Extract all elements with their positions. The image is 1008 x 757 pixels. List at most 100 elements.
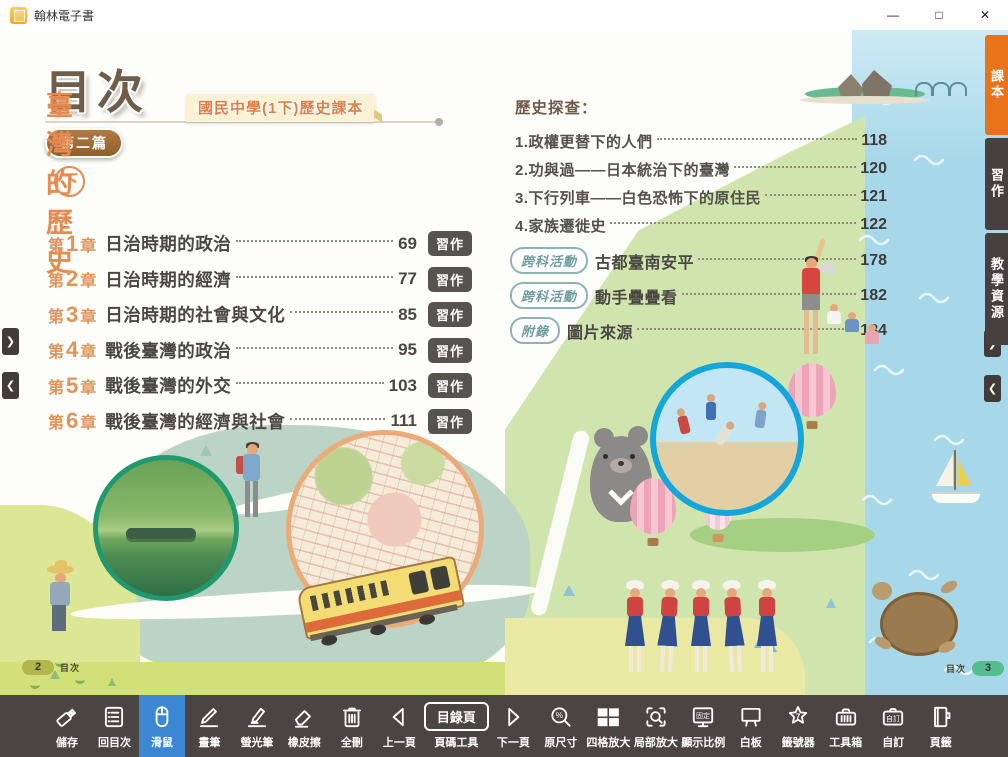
bridge-arch-art <box>949 82 967 96</box>
chapter-row[interactable]: 第5章 戰後臺灣的外交 103 習作 <box>48 368 472 404</box>
dot-leader <box>610 222 856 224</box>
custom-tool-button[interactable]: 自訂 自訂 <box>870 695 916 757</box>
dot-leader <box>236 382 383 384</box>
chapter-title[interactable]: 戰後臺灣的政治 <box>105 338 231 363</box>
bridge-arch-art <box>932 82 950 96</box>
chapter-title[interactable]: 日治時期的社會與文化 <box>105 302 285 327</box>
photo-river-boat <box>93 455 239 601</box>
bottom-toolbar: 儲存 回目次 滑鼠 畫筆 螢光筆 <box>0 695 1008 757</box>
explore-row[interactable]: 2.功與過——日本統治下的臺灣 120 <box>515 155 887 183</box>
left-page-footer: 2 目次 <box>22 660 86 675</box>
right-page-footer: 目次 3 <box>940 661 1004 676</box>
original-size-button[interactable]: % 原尺寸 <box>538 695 584 757</box>
tree-art <box>826 598 836 608</box>
activity-badge[interactable]: 跨科活動 <box>510 282 588 309</box>
chapter-row[interactable]: 第1章 日治時期的政治 69 習作 <box>48 226 472 262</box>
eraser-tool-button[interactable]: 橡皮擦 <box>281 695 327 757</box>
sea-turtle-art <box>872 580 958 662</box>
display-ratio-icon: 固定 <box>690 700 716 733</box>
right-panel-collapse-button[interactable]: ❮ <box>984 375 1001 402</box>
toolbox-icon <box>833 700 859 733</box>
hiker-art <box>238 438 268 548</box>
save-button[interactable]: 儲存 <box>44 695 90 757</box>
tree-art <box>108 678 116 686</box>
four-grid-zoom-button[interactable]: 四格放大 <box>585 695 631 757</box>
lottery-star-icon: 7 <box>785 700 811 733</box>
chapter-title[interactable]: 日治時期的政治 <box>105 231 231 256</box>
book-subtitle: 國民中學(1下)歷史課本 <box>198 100 363 117</box>
pen-tool-button[interactable]: 畫筆 <box>186 695 232 757</box>
workbook-badge[interactable]: 習作 <box>428 302 472 327</box>
maximize-button[interactable]: □ <box>916 0 962 30</box>
book-subtitle-banner: 國民中學(1下)歷史課本 <box>186 94 375 122</box>
four-grid-zoom-icon <box>594 700 622 733</box>
page-number-pill: 2 <box>22 660 54 675</box>
tab-workbook[interactable]: 習作 <box>985 138 1008 230</box>
lottery-number-button[interactable]: 7 籤號器 <box>775 695 821 757</box>
dot-leader <box>236 240 393 242</box>
folk-dancers-art <box>620 580 790 692</box>
workbook-badge[interactable]: 習作 <box>428 338 472 363</box>
chapter-row[interactable]: 第4章 戰後臺灣的政治 95 習作 <box>48 333 472 369</box>
activity-badge[interactable]: 跨科活動 <box>510 247 588 274</box>
svg-text:自訂: 自訂 <box>886 713 900 722</box>
chapter-page-number: 95 <box>398 340 417 360</box>
workbook-badge[interactable]: 習作 <box>428 409 472 434</box>
explore-row[interactable]: 4.家族遷徙史 122 <box>515 211 887 239</box>
original-size-icon: % <box>548 700 574 733</box>
page-number-pill: 3 <box>972 661 1004 676</box>
bridge-arch-art <box>915 82 933 96</box>
back-to-toc-icon <box>101 700 127 733</box>
chapter-row[interactable]: 第3章 日治時期的社會與文化 85 習作 <box>48 297 472 333</box>
dot-leader <box>657 138 858 140</box>
photo-jumping-people <box>650 362 804 516</box>
page-tab-button[interactable]: 頁籤 <box>918 695 964 757</box>
left-panel-collapse-button[interactable]: ❮ <box>2 372 19 399</box>
workbook-badge[interactable]: 習作 <box>428 373 472 398</box>
next-page-button[interactable]: 下一頁 <box>490 695 536 757</box>
delete-all-icon <box>339 700 365 733</box>
app-window: 翰林電子書 — □ ✕ <box>0 0 1008 757</box>
chapter-row[interactable]: 第2章 日治時期的經濟 77 習作 <box>48 262 472 298</box>
tab-textbook[interactable]: 課本 <box>985 35 1008 135</box>
figure-art <box>713 419 736 446</box>
chapter-page-number: 103 <box>389 376 417 396</box>
partial-zoom-button[interactable]: 局部放大 <box>633 695 679 757</box>
chapter-title[interactable]: 日治時期的經濟 <box>105 267 231 292</box>
svg-text:固定: 固定 <box>696 711 710 720</box>
prev-page-button[interactable]: 上一頁 <box>376 695 422 757</box>
back-to-toc-button[interactable]: 回目次 <box>91 695 137 757</box>
chapter-title[interactable]: 戰後臺灣的外交 <box>105 373 231 398</box>
page-number-chip: 目錄頁 <box>424 700 489 733</box>
left-panel-expand-button[interactable]: ❯ <box>2 328 19 355</box>
highlighter-tool-button[interactable]: 螢光筆 <box>234 695 280 757</box>
mouse-tool-button[interactable]: 滑鼠 <box>139 695 185 757</box>
workbook-badge[interactable]: 習作 <box>428 231 472 256</box>
prev-page-icon <box>386 700 412 733</box>
explore-row[interactable]: 3.下行列車——白色恐怖下的原住民 121 <box>515 183 887 211</box>
chapter-title[interactable]: 戰後臺灣的經濟與社會 <box>105 409 285 434</box>
tree-art <box>200 445 212 456</box>
toolbox-button[interactable]: 工具箱 <box>823 695 869 757</box>
app-logo-icon <box>10 7 27 24</box>
dot-leader <box>236 347 393 349</box>
explore-row[interactable]: 1.政權更替下的人們 118 <box>515 127 887 155</box>
minimize-button[interactable]: — <box>870 0 916 30</box>
pen-icon <box>196 700 222 733</box>
app-title: 翰林電子書 <box>34 7 94 24</box>
whiteboard-button[interactable]: 白板 <box>728 695 774 757</box>
display-ratio-button[interactable]: 固定 顯示比例 <box>680 695 726 757</box>
svg-text:%: % <box>556 711 563 720</box>
chapter-row[interactable]: 第6章 戰後臺灣的經濟與社會 111 習作 <box>48 404 472 440</box>
delete-all-button[interactable]: 全刪 <box>329 695 375 757</box>
workbook-badge[interactable]: 習作 <box>428 267 472 292</box>
svg-text:7: 7 <box>796 711 801 721</box>
close-button[interactable]: ✕ <box>962 0 1008 30</box>
mouse-icon <box>149 700 175 733</box>
dot-leader <box>765 194 856 196</box>
page-number-tool-button[interactable]: 目錄頁 頁碼工具 <box>424 695 489 757</box>
appendix-badge[interactable]: 附錄 <box>510 317 560 344</box>
window-controls: — □ ✕ <box>870 0 1008 30</box>
tab-teaching-resources[interactable]: 教學資源 <box>985 233 1008 345</box>
section-title: 臺灣的歷史 下 <box>46 166 85 197</box>
